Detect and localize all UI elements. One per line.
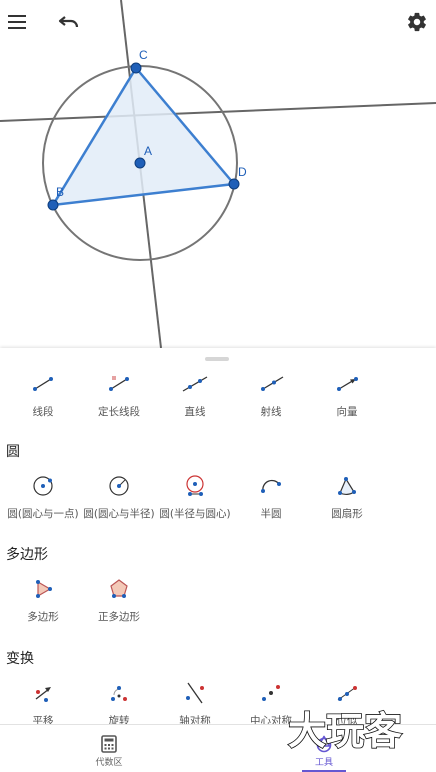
panel-drag-handle[interactable]: [205, 357, 229, 361]
tab-algebra-label: 代数区: [95, 758, 123, 768]
tool-row-polygon: 多边形 正多边形: [5, 575, 157, 624]
tool-ray[interactable]: 射线: [233, 370, 309, 419]
tool-reflect-line[interactable]: 轴对称: [157, 679, 233, 724]
watermark-text: 大玩客: [288, 709, 402, 752]
point-label-a: A: [144, 144, 152, 158]
gear-icon: [408, 12, 426, 32]
tool-label: 平移: [32, 715, 54, 724]
regular-polygon-icon: [110, 579, 128, 598]
segment-fixed-length-icon: [109, 376, 129, 391]
tool-line[interactable]: 直线: [157, 370, 233, 419]
vector-icon: [337, 377, 358, 391]
tab-tools-label: 工具: [314, 758, 333, 768]
triangle-bcd[interactable]: [50, 65, 237, 207]
tool-row-circle: 圆(圆心与一点) 圆(圆心与半径) 圆(半径与圆心) 半圆 圆扇形: [5, 472, 385, 521]
point-label-b: B: [56, 185, 64, 199]
point-c[interactable]: [130, 62, 142, 74]
rotate-icon: [111, 686, 127, 701]
tool-label: 圆扇形: [331, 508, 363, 520]
undo-button[interactable]: [53, 6, 85, 38]
undo-icon: [58, 16, 79, 28]
polygon-icon: [36, 580, 52, 598]
menu-button[interactable]: [1, 6, 33, 38]
tool-label: 多边形: [27, 611, 59, 623]
tool-regular-polygon[interactable]: 正多边形: [81, 575, 157, 624]
tool-label: 向量: [336, 406, 358, 418]
tool-compass[interactable]: 圆(半径与圆心): [157, 472, 233, 521]
point-d[interactable]: [228, 178, 240, 190]
tab-algebra[interactable]: 代数区: [49, 725, 169, 772]
tool-semicircle[interactable]: 半圆: [233, 472, 309, 521]
point-label-c: C: [139, 48, 148, 62]
watermark-logo: 大玩客: [287, 708, 403, 752]
calculator-icon: [101, 735, 117, 753]
hamburger-menu-icon: [8, 15, 26, 29]
tool-vector[interactable]: 向量: [309, 370, 385, 419]
compass-icon: [186, 475, 204, 496]
tool-circular-sector[interactable]: 圆扇形: [309, 472, 385, 521]
tool-label: 定长线段: [98, 406, 140, 418]
tool-label: 圆(圆心与半径): [83, 508, 155, 520]
tool-label: 直线: [184, 406, 206, 418]
settings-button[interactable]: [401, 6, 433, 38]
tools-panel[interactable]: 线段 定长线段 直线 射线 向量 圆 圆(圆心与一点) 圆(圆心与半径) 圆(半…: [0, 348, 436, 724]
graphics-view[interactable]: C A B D: [0, 0, 436, 348]
ray-icon: [261, 376, 284, 391]
point-label-d: D: [238, 165, 247, 179]
dilate-icon: [337, 686, 357, 701]
tool-circle-center-radius[interactable]: 圆(圆心与半径): [81, 472, 157, 521]
circle-center-radius-icon: [109, 476, 129, 496]
point-a[interactable]: [134, 157, 146, 169]
section-title-polygon: 多边形: [6, 547, 48, 563]
line-icon: [182, 376, 208, 392]
tool-label: 轴对称: [179, 715, 211, 724]
tool-row-basic: 线段 定长线段 直线 射线 向量: [5, 370, 385, 419]
tool-label: 圆(圆心与一点): [7, 508, 79, 520]
point-b[interactable]: [47, 199, 59, 211]
tool-label: 线段: [32, 406, 54, 418]
segment-icon: [33, 377, 53, 391]
circular-sector-icon: [338, 477, 356, 496]
circle-center-point-icon: [33, 476, 53, 496]
section-title-transform: 变换: [6, 651, 34, 667]
section-title-circle: 圆: [6, 444, 20, 460]
reflect-line-icon: [186, 682, 204, 704]
tool-label: 半圆: [260, 508, 282, 520]
construction-svg[interactable]: C A B D: [0, 0, 436, 348]
tool-segment-fixed-length[interactable]: 定长线段: [81, 370, 157, 419]
translate-icon: [35, 687, 51, 702]
reflect-point-icon: [262, 685, 280, 701]
tool-translate[interactable]: 平移: [5, 679, 81, 724]
tool-label: 旋转: [108, 715, 130, 724]
tool-polygon[interactable]: 多边形: [5, 575, 81, 624]
tool-label: 正多边形: [98, 611, 140, 623]
semicircle-icon: [261, 479, 281, 493]
tool-segment[interactable]: 线段: [5, 370, 81, 419]
tool-label: 射线: [260, 406, 282, 418]
tool-label: 圆(半径与圆心): [159, 508, 231, 520]
tool-circle-center-point[interactable]: 圆(圆心与一点): [5, 472, 81, 521]
tool-rotate[interactable]: 旋转: [81, 679, 157, 724]
